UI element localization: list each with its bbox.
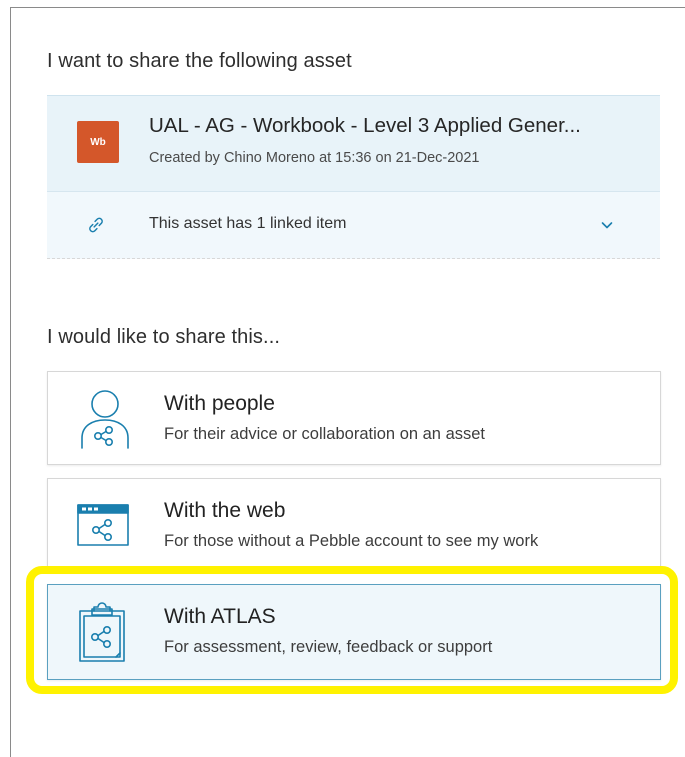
web-share-icon [77, 504, 129, 546]
asset-title: UAL - AG - Workbook - Level 3 Applied Ge… [149, 114, 581, 137]
option-title: With the web [164, 499, 286, 522]
option-title: With ATLAS [164, 605, 276, 628]
option-description: For their advice or collaboration on an … [164, 425, 486, 443]
person-share-icon [81, 390, 129, 449]
linked-items-text: This asset has 1 linked item [149, 215, 347, 232]
linked-items-row[interactable]: This asset has 1 linked item [47, 191, 660, 259]
option-title: With people [164, 392, 275, 415]
clipboard-share-icon [79, 602, 125, 662]
share-with-people-option[interactable]: With people For their advice or collabor… [47, 371, 661, 465]
chevron-down-icon[interactable] [599, 217, 615, 233]
option-description: For assessment, review, feedback or supp… [164, 638, 493, 656]
workbook-icon: Wb [77, 121, 119, 163]
asset-card: Wb UAL - AG - Workbook - Level 3 Applied… [47, 95, 660, 191]
share-options-heading: I would like to share this... [47, 326, 281, 348]
share-asset-heading: I want to share the following asset [47, 50, 352, 72]
window-left-border [10, 7, 11, 757]
window-top-border [10, 7, 685, 8]
link-icon [89, 217, 103, 233]
share-with-web-option[interactable]: With the web For those without a Pebble … [47, 478, 661, 572]
option-description: For those without a Pebble account to se… [164, 532, 539, 550]
asset-created-info: Created by Chino Moreno at 15:36 on 21-D… [149, 150, 480, 166]
share-with-atlas-option[interactable]: With ATLAS For assessment, review, feedb… [47, 584, 661, 680]
